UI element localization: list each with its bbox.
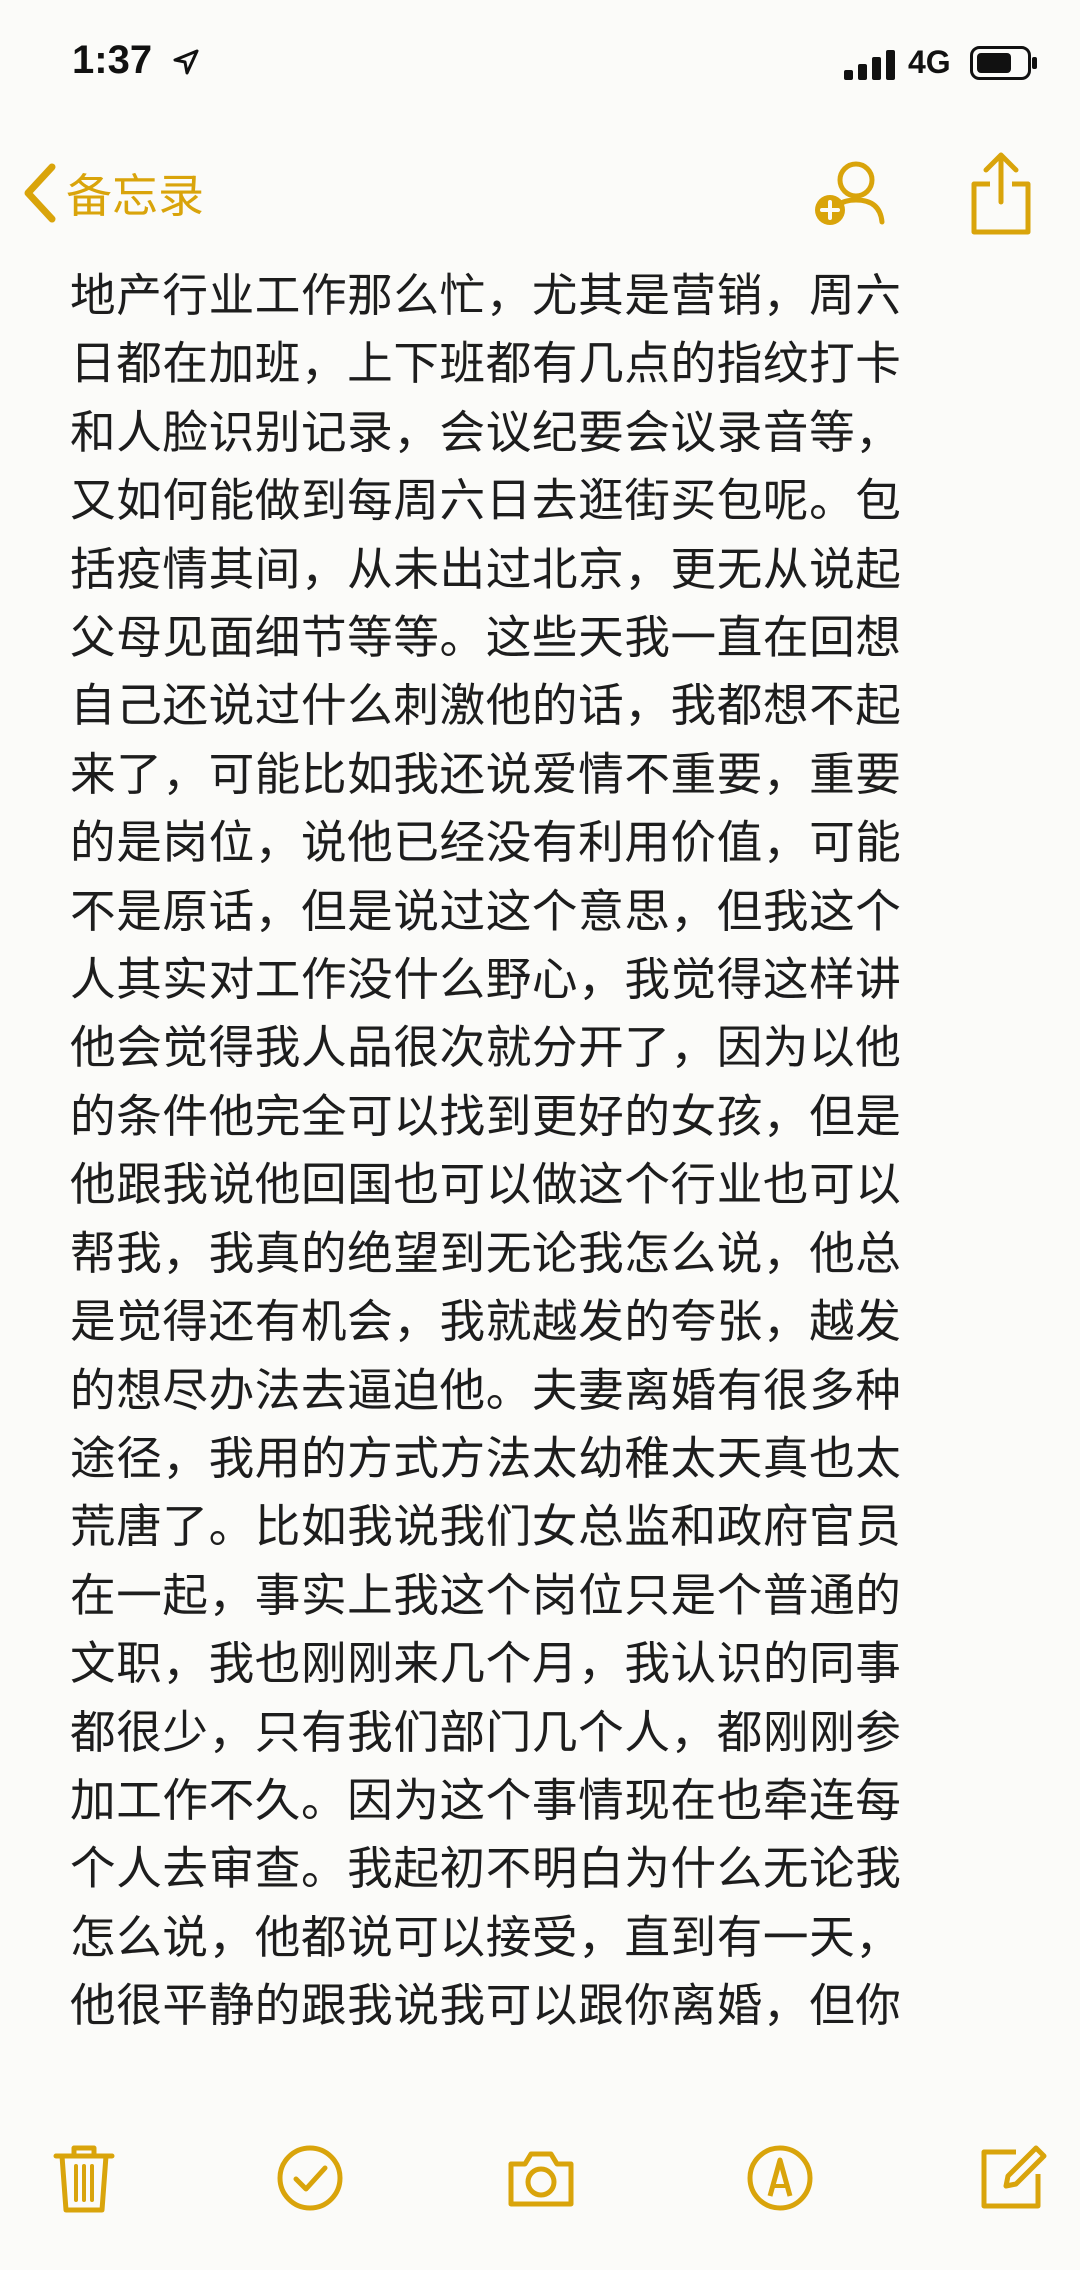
signal-icon: [844, 50, 895, 80]
network-type: 4G: [908, 44, 951, 80]
trash-icon[interactable]: [48, 2142, 120, 2214]
chevron-left-icon: [24, 163, 56, 223]
checklist-icon[interactable]: [274, 2142, 346, 2214]
share-icon[interactable]: [966, 150, 1036, 236]
note-text[interactable]: 地产行业工作那么忙，尤其是营销，周六 日都在加班，上下班都有几点的指纹打卡 和人…: [70, 262, 1030, 2041]
add-person-icon[interactable]: [808, 150, 894, 236]
status-bar: 1:37 4G: [0, 0, 1080, 130]
bottom-toolbar: [0, 2100, 1080, 2270]
compose-icon[interactable]: [976, 2142, 1048, 2214]
battery-icon: [970, 46, 1037, 80]
camera-icon[interactable]: [505, 2142, 577, 2214]
location-arrow-icon: [173, 49, 199, 75]
markup-icon[interactable]: [744, 2142, 816, 2214]
status-time: 1:37: [72, 38, 153, 82]
back-button[interactable]: 备忘录: [20, 158, 204, 228]
nav-bar: 备忘录: [0, 140, 1080, 240]
back-label: 备忘录: [66, 169, 204, 223]
notes-screen: 1:37 4G 备忘录 地产行业工作那么忙，尤其是营销，周六 日都在加班，上下班…: [0, 0, 1080, 2270]
note-body[interactable]: 地产行业工作那么忙，尤其是营销，周六 日都在加班，上下班都有几点的指纹打卡 和人…: [70, 262, 1030, 2090]
